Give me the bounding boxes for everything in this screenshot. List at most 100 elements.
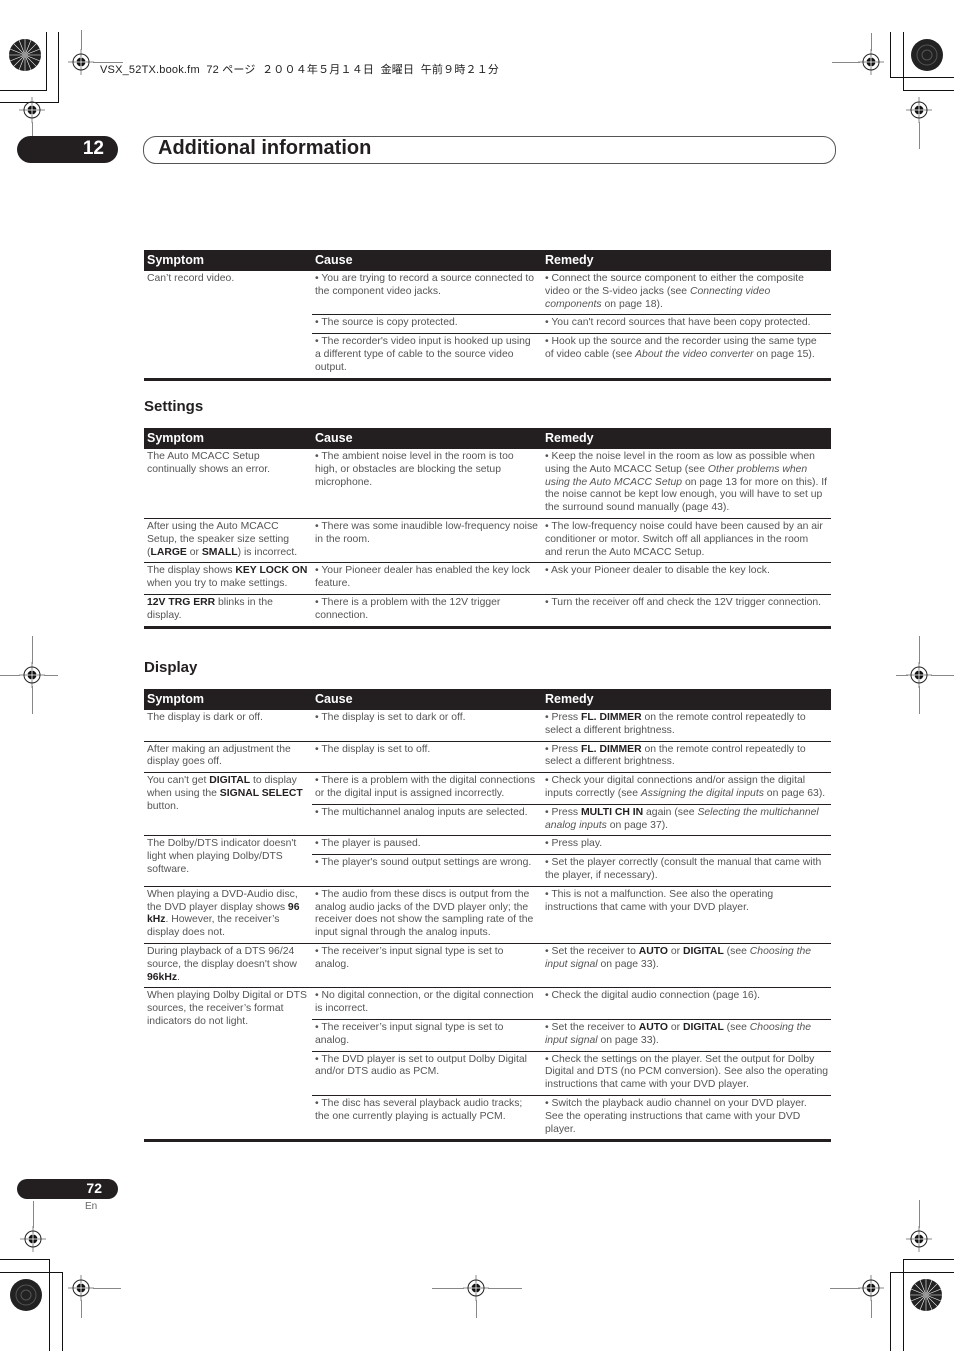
table-row: The display shows KEY LOCK ON when you t… <box>144 562 831 595</box>
cause-cell: • The player is paused. <box>312 835 542 855</box>
chapter-title-box: Additional information <box>143 136 836 164</box>
remedy-cell: • Press FL. DIMMER on the remote control… <box>542 740 831 773</box>
symptom-cell: The display is dark or off. <box>147 712 263 723</box>
cause-cell: • The DVD player is set to output Dolby … <box>312 1050 542 1096</box>
registration-crosshair-icon <box>906 97 932 123</box>
column-header-remedy: Remedy <box>542 428 831 449</box>
table-header-row: Symptom Cause Remedy <box>144 250 831 271</box>
symptom-cell: When playing a DVD-Audio disc, the DVD p… <box>144 885 312 944</box>
remedy-cell: • This is not a malfunction. See also th… <box>542 885 831 944</box>
remedy-cell: • Keep the noise level in the room as lo… <box>545 451 828 514</box>
table-row: After using the Auto MCACC Setup, the sp… <box>144 517 831 563</box>
section-title-settings: Settings <box>144 398 204 415</box>
cause-cell: • The source is copy protected. <box>312 314 542 334</box>
column-header-remedy: Remedy <box>542 689 831 710</box>
registration-crosshair-icon <box>19 97 45 123</box>
cause-cell: • The disc has several playback audio tr… <box>312 1094 542 1143</box>
print-rosette-icon <box>910 38 944 72</box>
print-rosette-icon <box>8 38 42 72</box>
cause-cell: • The multichannel analog inputs are sel… <box>312 803 542 836</box>
symptom-cell: After using the Auto MCACC Setup, the sp… <box>144 517 312 563</box>
symptom-cell: Can’t record video. <box>144 271 312 381</box>
table-row: During playback of a DTS 96/24 source, t… <box>144 942 831 988</box>
page-language: En <box>85 1201 98 1212</box>
remedy-cell: • Set the player correctly (consult the … <box>542 854 831 887</box>
remedy-cell: • Check the settings on the player. Set … <box>542 1050 831 1096</box>
table-row: When playing a DVD-Audio disc, the DVD p… <box>144 885 831 944</box>
troubleshooting-table-display: Symptom Cause Remedy The display is dark or… <box>144 689 831 1143</box>
table-row: When playing Dolby Digital or DTS source… <box>144 987 831 1143</box>
cause-cell: • The display is set to dark or off. <box>315 712 466 723</box>
cause-cell: • Your Pioneer dealer has enabled the ke… <box>312 562 542 595</box>
table-row: The Auto MCACC Setup continually shows a… <box>144 449 831 518</box>
remedy-cell: • Press FL. DIMMER on the remote control… <box>545 712 806 736</box>
symptom-cell: The display shows KEY LOCK ON when you t… <box>144 562 312 595</box>
troubleshooting-table-settings: Symptom Cause Remedy The Auto MCACC Setup c… <box>144 428 831 629</box>
file-header: VSX_52TX.book.fm 72 ページ ２００４年５月１４日 金曜日 午… <box>100 64 500 76</box>
remedy-cell: • Press MULTI CH IN again (see Selecting… <box>542 803 831 836</box>
remedy-cell: • You can't record sources that have bee… <box>542 314 831 334</box>
remedy-cell: • Set the receiver to AUTO or DIGITAL (s… <box>542 942 831 988</box>
registration-crosshair-icon <box>906 1226 932 1252</box>
cause-cell: • The ambient noise level in the room is… <box>315 451 514 488</box>
symptom-cell: During playback of a DTS 96/24 source, t… <box>144 942 312 988</box>
column-header-cause: Cause <box>312 689 542 710</box>
cause-cell: • There is a problem with the digital co… <box>312 772 542 805</box>
registration-crosshair-icon <box>906 662 932 688</box>
remedy-cell: • Set the receiver to AUTO or DIGITAL (s… <box>542 1018 831 1052</box>
table-row: You can't get DIGITAL to display when us… <box>144 772 831 836</box>
registration-crosshair-icon <box>858 49 884 75</box>
remedy-cell: • Switch the playback audio channel on y… <box>542 1094 831 1143</box>
page-number-badge: 72 <box>17 1179 118 1199</box>
column-header-symptom: Symptom <box>144 689 312 710</box>
cause-cell: • There was some inaudible low-frequency… <box>312 517 542 563</box>
print-rosette-icon <box>9 1278 43 1312</box>
column-header-symptom: Symptom <box>144 428 312 449</box>
symptom-cell: The Dolby/DTS indicator doesn't light wh… <box>144 835 312 887</box>
remedy-cell: • Ask your Pioneer dealer to disable the… <box>542 562 831 595</box>
registration-crosshair-icon <box>68 49 94 75</box>
column-header-symptom: Symptom <box>144 250 312 271</box>
cause-cell: • The display is set to off. <box>312 740 542 773</box>
section-title-display: Display <box>144 659 198 676</box>
table-row: After making an adjustment the display g… <box>144 740 831 773</box>
cause-cell: • The receiver’s input signal type is se… <box>312 1018 542 1052</box>
remedy-cell: • Press play. <box>542 835 831 855</box>
chapter-number: 12 <box>82 138 104 159</box>
table-row: Can’t record video. • You are trying to r… <box>144 271 831 381</box>
cause-cell: • The receiver’s input signal type is se… <box>312 942 542 988</box>
registration-crosshair-icon <box>463 1275 489 1301</box>
remedy-cell: • Check the digital audio connection (pa… <box>542 987 831 1020</box>
table-header-row: Symptom Cause Remedy <box>144 428 831 449</box>
print-rosette-icon <box>909 1278 943 1312</box>
symptom-cell: The Auto MCACC Setup continually shows a… <box>147 451 271 475</box>
column-header-remedy: Remedy <box>542 250 831 271</box>
table-row: 12V TRG ERR blinks in the display. • Ther… <box>144 593 831 629</box>
symptom-cell: 12V TRG ERR blinks in the display. <box>144 593 312 629</box>
chapter-number-badge: 12 <box>17 136 118 163</box>
column-header-cause: Cause <box>312 250 542 271</box>
chapter-title: Additional information <box>158 137 372 159</box>
cause-cell: • The audio from these discs is output f… <box>312 885 542 944</box>
symptom-cell: After making an adjustment the display g… <box>144 740 312 773</box>
troubleshooting-table: Symptom Cause Remedy Can’t record video. • Y… <box>144 250 831 381</box>
remedy-cell: • Connect the source component to either… <box>545 273 804 310</box>
remedy-cell: • The low-frequency noise could have bee… <box>542 517 831 563</box>
remedy-cell: • Check your digital connections and/or … <box>542 772 831 805</box>
table-header-row: Symptom Cause Remedy <box>144 689 831 710</box>
symptom-cell: When playing Dolby Digital or DTS source… <box>144 987 312 1143</box>
cause-cell: • There is a problem with the 12V trigge… <box>312 593 542 629</box>
registration-crosshair-icon <box>858 1275 884 1301</box>
page-number: 72 <box>86 1180 102 1196</box>
registration-crosshair-icon <box>68 1275 94 1301</box>
cause-cell: • No digital connection, or the digital … <box>312 987 542 1020</box>
cause-cell: • The recorder's video input is hooked u… <box>312 333 542 381</box>
registration-crosshair-icon <box>20 1226 46 1252</box>
symptom-cell: You can't get DIGITAL to display when us… <box>144 772 312 836</box>
table-row: The Dolby/DTS indicator doesn't light wh… <box>144 835 831 887</box>
cause-cell: • You are trying to record a source conn… <box>315 273 535 297</box>
remedy-cell: • Hook up the source and the recorder us… <box>542 333 831 381</box>
table-row: The display is dark or off. • The display… <box>144 710 831 741</box>
registration-crosshair-icon <box>19 662 45 688</box>
column-header-cause: Cause <box>312 428 542 449</box>
